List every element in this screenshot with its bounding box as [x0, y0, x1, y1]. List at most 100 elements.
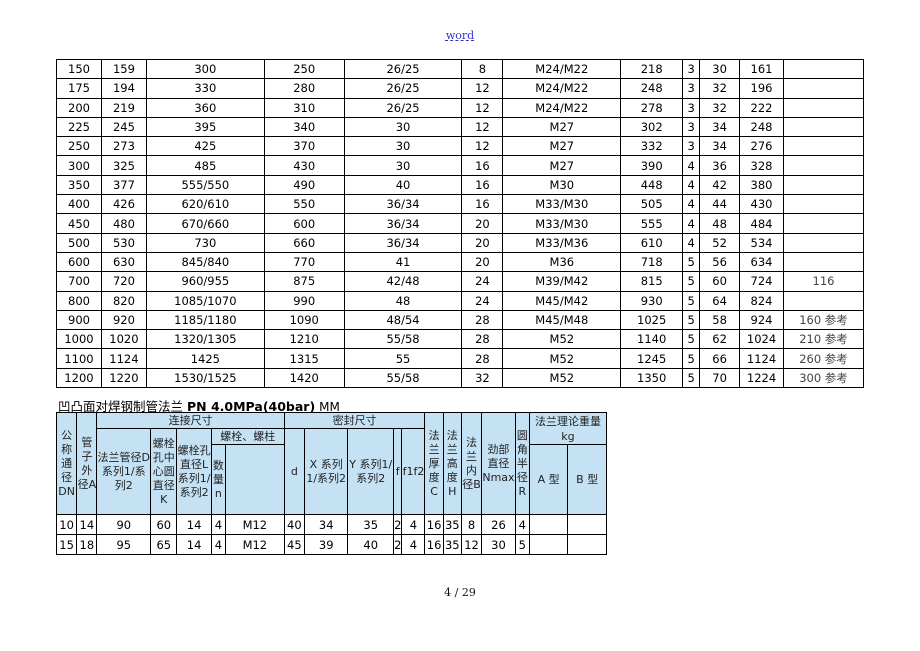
- table-cell: 1315: [263, 348, 345, 369]
- table-row: 175 194 330 280 26/25 12 M24/M22 248 3 32 196: [56, 78, 864, 99]
- table-row: 500 530 730 660 36/34 20 M33/M36 610 4 52 534: [56, 232, 864, 253]
- flange-dimension-table-pn40: 公称通径DN 管子外径A 连接尺寸 密封尺寸 法兰厚度C 法兰高度H 法兰内径B…: [55, 412, 608, 555]
- table-cell: 1124: [739, 348, 784, 369]
- table-cell: 534: [739, 232, 784, 253]
- table-cell: 5: [682, 329, 701, 350]
- table-cell: 3: [682, 58, 701, 80]
- table-cell: 332: [620, 136, 684, 157]
- table-cell: 600: [263, 213, 345, 234]
- table-cell: 66: [699, 348, 741, 369]
- table-row: 150 159 300 250 26/25 8 M24/M22 218 3 30 161: [56, 58, 864, 80]
- header-y: Y 系列1/系列2: [347, 428, 395, 515]
- table-cell: 28: [461, 329, 504, 350]
- table-cell: 26/25: [343, 78, 463, 99]
- table-cell: 248: [620, 78, 684, 99]
- table-cell: 14: [176, 534, 212, 555]
- table-cell: 3: [682, 116, 701, 138]
- header-f: f: [392, 428, 403, 515]
- table-cell: 260 参考: [783, 348, 864, 369]
- table-cell: 770: [263, 251, 345, 273]
- table-cell: 35: [442, 514, 462, 535]
- table-cell: 1224: [739, 367, 784, 389]
- table-cell: 36/34: [343, 213, 463, 234]
- table-cell: 960/955: [145, 271, 265, 292]
- table-cell: 3: [682, 97, 701, 118]
- table-cell: 48: [343, 290, 463, 311]
- header-k: 螺栓孔中心圆直径K: [150, 428, 178, 515]
- table-cell: 484: [739, 213, 784, 234]
- table-cell: 48/54: [343, 309, 463, 331]
- table-cell: 2: [392, 514, 403, 535]
- table-cell: 280: [263, 78, 345, 99]
- header-type-a: A 型: [528, 444, 569, 515]
- table-cell: 12: [461, 97, 504, 118]
- table-cell: 160 参考: [783, 309, 864, 331]
- table-cell: 300: [145, 58, 265, 80]
- table-cell: M12: [225, 534, 285, 555]
- table-cell: 610: [620, 232, 684, 253]
- table-cell: M24/M22: [502, 58, 622, 80]
- table-row: 700 720 960/955 875 42/48 24 M39/M42 815 5 60 724 1…: [56, 271, 864, 292]
- table-cell: 1085/1070: [145, 290, 265, 311]
- table-cell: [783, 232, 864, 253]
- table-cell: 90: [96, 514, 152, 535]
- table-cell: 40: [343, 174, 463, 196]
- table-cell: 4: [401, 514, 426, 535]
- table-cell: 28: [461, 309, 504, 331]
- table-cell: 225: [56, 116, 102, 138]
- table-cell: 20: [461, 232, 504, 253]
- table-cell: 55/58: [343, 329, 463, 350]
- table-cell: 900: [56, 309, 102, 331]
- table-cell: 730: [145, 232, 265, 253]
- table-cell: 700: [56, 271, 102, 292]
- table-cell: 555/550: [145, 174, 265, 196]
- table-cell: M30: [502, 174, 622, 196]
- header-h: 法兰高度H: [442, 412, 462, 515]
- table-cell: 218: [620, 58, 684, 80]
- table-cell: 32: [461, 367, 504, 389]
- table-cell: 448: [620, 174, 684, 196]
- table-cell: 26/25: [343, 58, 463, 80]
- table-cell: 161: [739, 58, 784, 80]
- table-cell: M33/M30: [502, 194, 622, 215]
- table-cell: [783, 194, 864, 215]
- table-cell: 820: [100, 290, 147, 311]
- table-cell: [783, 155, 864, 176]
- table-cell: 8: [460, 514, 483, 535]
- table-cell: 1210: [263, 329, 345, 350]
- table-cell: 30: [481, 534, 516, 555]
- table-cell: 60: [699, 271, 741, 292]
- table-cell: 175: [56, 78, 102, 99]
- table-cell: 426: [100, 194, 147, 215]
- table-cell: 370: [263, 136, 345, 157]
- table-cell: 12: [461, 78, 504, 99]
- header-bolt-spec: [225, 444, 285, 515]
- table-cell: 250: [263, 58, 345, 80]
- table-cell: [567, 514, 607, 535]
- table-cell: 4: [514, 514, 530, 535]
- header-r: 圆角半径R: [514, 412, 530, 515]
- table-cell: 41: [343, 251, 463, 273]
- table-cell: 485: [145, 155, 265, 176]
- table-cell: 1320/1305: [145, 329, 265, 350]
- table-row: 300 325 485 430 30 16 M27 390 4 36 328: [56, 155, 864, 176]
- table-cell: M52: [502, 367, 622, 389]
- table-cell: 194: [100, 78, 147, 99]
- header-nmax: 劲部直径Nmax: [481, 412, 516, 515]
- table-cell: 620/610: [145, 194, 265, 215]
- table-cell: 550: [263, 194, 345, 215]
- table-cell: 5: [514, 534, 530, 555]
- table-cell: 16: [461, 194, 504, 215]
- table-cell: 10: [55, 514, 78, 535]
- table-cell: 116: [783, 271, 864, 292]
- table-cell: M12: [225, 514, 285, 535]
- table-cell: 16: [461, 155, 504, 176]
- table-cell: 930: [620, 290, 684, 311]
- table-cell: 34: [699, 136, 741, 157]
- table-cell: 1220: [100, 367, 147, 389]
- table-cell: 1530/1525: [145, 367, 265, 389]
- table-cell: 390: [620, 155, 684, 176]
- table-cell: 30: [343, 136, 463, 157]
- table-cell: 1420: [263, 367, 345, 389]
- table-cell: 800: [56, 290, 102, 311]
